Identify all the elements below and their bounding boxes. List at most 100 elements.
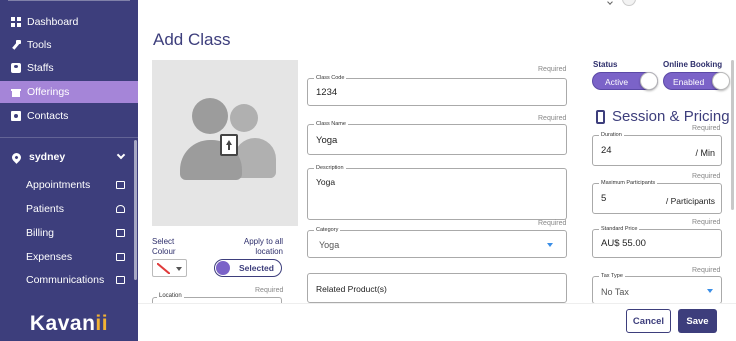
required-hint: Required — [538, 66, 567, 73]
placeholder-person-icon — [192, 98, 228, 134]
sidebar-item-label: Offerings — [27, 86, 70, 98]
wrench-icon — [11, 40, 21, 50]
status-toggle[interactable]: Active — [592, 72, 658, 90]
toggle-knob — [216, 261, 230, 275]
dropdown-arrow-icon — [707, 289, 713, 293]
gift-icon — [11, 87, 21, 97]
sidebar-item-contacts[interactable]: Contacts — [0, 105, 138, 127]
sidebar-item-label: Dashboard — [27, 16, 79, 28]
location-pin-icon — [10, 150, 23, 164]
field-label: Standard Price — [599, 225, 640, 233]
location-selector[interactable]: sydney — [0, 146, 138, 168]
chevron-down-icon[interactable] — [607, 0, 613, 5]
field-label: Class Code — [314, 74, 347, 82]
upload-file-icon[interactable] — [220, 134, 238, 156]
apply-all-location-label: Apply to all location — [243, 237, 283, 256]
calendar-icon — [116, 181, 125, 189]
colour-picker-button[interactable] — [152, 259, 187, 277]
toggle-knob — [712, 72, 730, 90]
location-name: sydney — [29, 151, 66, 163]
status-label: Status — [593, 60, 618, 69]
sidebar-item-dashboard[interactable]: Dashboard — [0, 11, 138, 33]
phone-icon — [596, 110, 605, 124]
no-colour-icon — [157, 263, 170, 274]
people-icon — [116, 205, 125, 213]
app-logo: Kavan ii — [0, 306, 138, 341]
sidebar-item-appointments[interactable]: Appointments — [0, 174, 138, 196]
online-booking-toggle[interactable]: Enabled — [663, 72, 730, 90]
sidebar-scrollbar[interactable] — [134, 140, 137, 280]
field-value: 24 — [601, 145, 612, 156]
field-label: Tax Type — [599, 272, 625, 280]
class-name-field[interactable]: Class Name Yoga — [307, 120, 567, 155]
logo-accent: ii — [95, 311, 109, 335]
sidebar-item-label: Contacts — [27, 110, 69, 122]
field-value: Yoga — [316, 177, 336, 187]
required-hint: Required — [692, 125, 721, 132]
sidebar-divider — [0, 137, 138, 138]
dashboard-icon — [11, 17, 21, 27]
cancel-button[interactable]: Cancel — [626, 309, 671, 333]
page-title: Add Class — [153, 30, 231, 49]
standard-price-field[interactable]: Standard Price AU$ 55.00 — [592, 225, 722, 258]
avatar[interactable] — [622, 0, 636, 6]
field-label: Category — [314, 226, 341, 234]
id-card-icon — [11, 63, 21, 73]
toggle-label: Active — [605, 77, 629, 87]
sidebar-item-patients[interactable]: Patients — [0, 198, 138, 220]
sidebar-item-label: Tools — [27, 39, 52, 51]
save-button[interactable]: Save — [678, 309, 717, 333]
sidebar-item-label: Communications — [26, 274, 105, 286]
toggle-label: Enabled — [673, 77, 705, 87]
sidebar-item-label: Staffs — [27, 62, 54, 74]
description-textarea[interactable]: Description Yoga — [307, 164, 567, 220]
sidebar-item-tools[interactable]: Tools — [0, 34, 138, 56]
related-products-field[interactable]: Related Product(s) — [307, 273, 567, 303]
placeholder-person-icon — [230, 104, 258, 132]
contact-book-icon — [11, 111, 21, 121]
sidebar-divider-top — [8, 0, 130, 1]
required-hint: Required — [692, 267, 721, 274]
image-upload-area[interactable] — [152, 60, 298, 226]
required-hint: Required — [692, 219, 721, 226]
field-value: 1234 — [316, 87, 338, 98]
field-placeholder: Related Product(s) — [316, 284, 387, 294]
field-unit: / Participants — [665, 196, 715, 206]
content-scrollbar[interactable] — [731, 60, 734, 210]
category-select[interactable]: Category Yoga — [307, 226, 567, 258]
sidebar-item-label: Patients — [26, 203, 64, 215]
required-hint: Required — [255, 287, 284, 294]
toggle-label: Selected — [239, 263, 274, 273]
required-hint: Required — [538, 220, 567, 227]
class-code-field[interactable]: Class Code 1234 — [307, 74, 567, 106]
field-value: 5 — [601, 193, 607, 204]
chat-icon — [116, 276, 125, 284]
sidebar-item-label: Billing — [26, 227, 55, 239]
sidebar-item-billing[interactable]: Billing — [0, 222, 138, 244]
sidebar-item-communications[interactable]: Communications — [0, 269, 138, 291]
receipt-icon — [116, 253, 125, 261]
required-hint: Required — [692, 173, 721, 180]
duration-field[interactable]: Duration 24 / Min — [592, 131, 722, 166]
sidebar-item-expenses[interactable]: Expenses — [0, 246, 138, 268]
online-booking-label: Online Booking — [663, 60, 723, 69]
logo-text: Kavan — [29, 311, 96, 335]
select-colour-label: Select Colour — [152, 237, 176, 256]
toggle-knob — [640, 72, 658, 90]
max-participants-field[interactable]: Maximum Participants 5 / Participants — [592, 179, 722, 214]
dropdown-arrow-icon — [176, 267, 182, 271]
field-label: Class Name — [314, 120, 348, 128]
sidebar-item-staffs[interactable]: Staffs — [0, 57, 138, 79]
field-label: Maximum Participants — [599, 179, 658, 187]
apply-all-location-toggle[interactable]: Selected — [214, 259, 282, 277]
tax-type-select[interactable]: Tax Type No Tax — [592, 272, 722, 304]
field-value: Yoga — [316, 135, 338, 146]
section-title: Session & Pricing — [612, 108, 730, 125]
field-value: Yoga — [319, 240, 340, 250]
sidebar: Dashboard Tools Staffs Offerings Contact… — [0, 0, 138, 341]
field-value: AU$ 55.00 — [601, 238, 646, 249]
chevron-down-icon — [116, 150, 126, 160]
required-hint: Required — [538, 115, 567, 122]
field-unit: / Min — [695, 148, 715, 158]
sidebar-item-offerings[interactable]: Offerings — [0, 81, 138, 103]
